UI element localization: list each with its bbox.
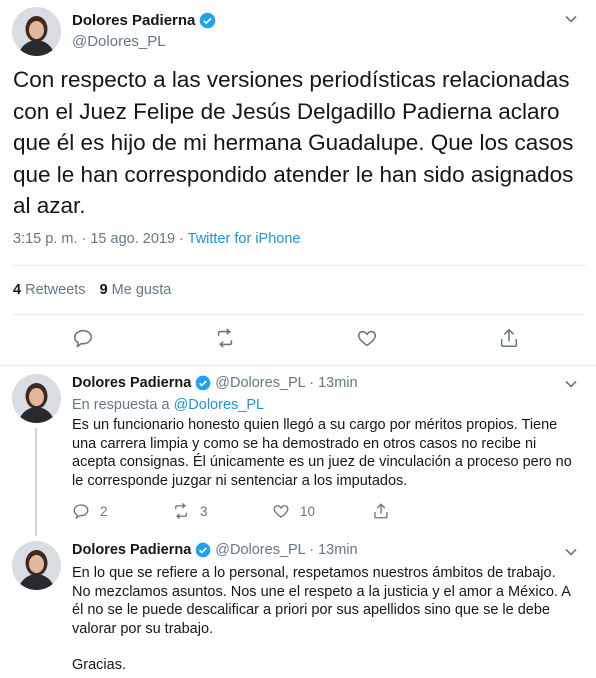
reply-to-label: En respuesta a — [72, 397, 174, 413]
author-handle: @Dolores_PL · 13min — [215, 542, 358, 558]
reply-icon[interactable] — [72, 327, 94, 349]
retweets-count: 4 — [13, 282, 22, 298]
author-name: Dolores Padierna — [72, 542, 192, 558]
like-icon[interactable] — [356, 327, 378, 349]
reply-text-closing: Gracias. — [72, 657, 126, 673]
section-separator — [0, 365, 596, 366]
reply-actions: 2 3 10 — [72, 502, 472, 520]
verified-badge-icon — [195, 542, 211, 558]
like-icon — [273, 505, 289, 518]
reply-button[interactable]: 2 — [72, 502, 172, 520]
avatar[interactable] — [12, 374, 61, 423]
profile-photo — [12, 7, 61, 56]
reply-text: Es un funcionario honesto quien llegó a … — [72, 417, 572, 489]
timestamp[interactable]: 3:15 p. m. · 15 ago. 2019 · — [13, 231, 188, 247]
author-handle: @Dolores_PL · 13min — [215, 375, 358, 391]
tweet-actions — [0, 327, 596, 351]
tweet-meta: 3:15 p. m. · 15 ago. 2019 · Twitter for … — [13, 231, 300, 247]
reply-to-handle[interactable]: @Dolores_PL — [174, 397, 264, 413]
profile-photo — [12, 541, 61, 590]
like-count: 10 — [300, 503, 316, 519]
author-handle[interactable]: @Dolores_PL — [72, 33, 166, 50]
share-icon — [374, 503, 388, 519]
author-name-text: Dolores Padierna — [72, 12, 196, 29]
tweet-text: Con respecto a las versiones periodístic… — [13, 67, 574, 218]
source-link[interactable]: Twitter for iPhone — [188, 231, 301, 247]
share-icon[interactable] — [498, 327, 520, 349]
author-name: Dolores Padierna — [72, 375, 192, 391]
likes-stat[interactable]: 9 Me gusta — [100, 282, 172, 298]
chevron-down-icon[interactable] — [564, 377, 578, 391]
reply-count: 2 — [100, 503, 108, 519]
reply-header[interactable]: Dolores Padierna @Dolores_PL · 13min — [72, 375, 358, 391]
verified-badge-icon — [200, 12, 216, 29]
tweet-stats: 4 Retweets 9 Me gusta — [13, 282, 171, 298]
reply-text: En lo que se refiere a lo personal, resp… — [72, 565, 571, 637]
chevron-down-icon[interactable] — [564, 545, 578, 559]
avatar[interactable] — [12, 7, 61, 56]
retweet-count: 3 — [200, 503, 208, 519]
profile-photo — [12, 374, 61, 423]
verified-badge-icon — [195, 375, 211, 391]
divider — [13, 314, 586, 315]
share-button[interactable] — [372, 502, 472, 520]
retweet-button[interactable]: 3 — [172, 502, 272, 520]
retweet-icon — [175, 503, 187, 519]
likes-count: 9 — [99, 282, 108, 298]
likes-label: Me gusta — [111, 282, 172, 298]
reply-icon — [73, 504, 89, 520]
like-button[interactable]: 10 — [272, 502, 372, 520]
retweets-label: Retweets — [25, 282, 86, 298]
retweet-icon[interactable] — [214, 327, 236, 349]
retweets-stat[interactable]: 4 Retweets — [13, 282, 86, 298]
avatar[interactable] — [12, 541, 61, 590]
reply-header[interactable]: Dolores Padierna @Dolores_PL · 13min — [72, 542, 358, 558]
thread-line — [35, 428, 37, 536]
reply-to: En respuesta a @Dolores_PL — [72, 397, 264, 413]
author-name[interactable]: Dolores Padierna — [72, 12, 216, 29]
chevron-down-icon[interactable] — [564, 12, 578, 26]
divider — [13, 265, 586, 266]
